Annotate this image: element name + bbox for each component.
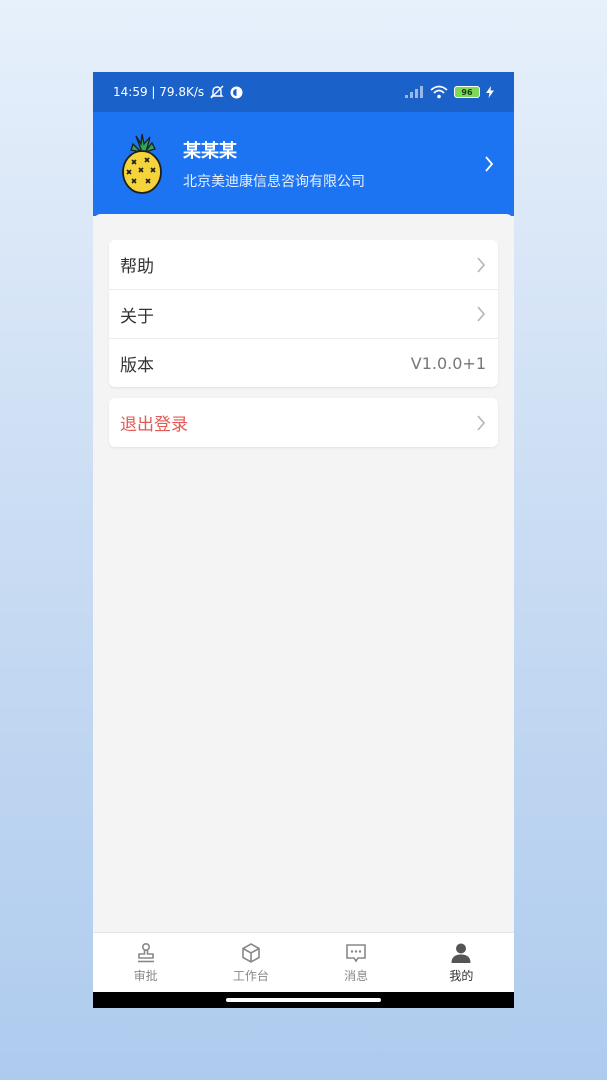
help-row[interactable]: 帮助 [109,240,498,289]
mute-icon [210,85,224,99]
tab-messages-label: 消息 [344,969,369,983]
tab-workbench-label: 工作台 [232,969,269,983]
tab-approval-label: 审批 [133,969,158,983]
battery-icon: 96 [454,86,480,98]
wifi-icon [430,85,448,99]
person-icon [451,943,471,963]
menu-card: 帮助 关于 版本 V1.0.0+1 [109,240,498,387]
profile-header[interactable]: 某某某 北京美迪康信息咨询有限公司 [93,112,514,216]
help-label: 帮助 [120,257,154,277]
settings-content: 帮助 关于 版本 V1.0.0+1 退出登录 [93,214,514,932]
phone-screen: 14:59 | 79.8K/s 96 某某某 北京美迪康信息咨询有限公司 帮助 … [93,72,514,1008]
tab-messages[interactable]: 消息 [304,933,409,992]
stamp-icon [137,942,154,963]
chevron-right-icon [477,256,486,273]
chevron-right-icon [477,306,486,322]
profile-name: 某某某 [183,141,237,162]
version-row: 版本 V1.0.0+1 [109,338,498,387]
status-bar: 14:59 | 79.8K/s 96 [93,72,514,112]
home-indicator[interactable] [226,998,381,1002]
tab-workbench[interactable]: 工作台 [198,933,303,992]
about-label: 关于 [120,306,154,327]
message-icon [346,944,366,963]
profile-company: 北京美迪康信息咨询有限公司 [183,174,365,190]
tab-mine-label: 我的 [449,969,474,983]
chevron-right-icon [485,156,494,172]
logout-card: 退出登录 [109,398,498,447]
logout-row[interactable]: 退出登录 [109,398,498,447]
gesture-bar [93,992,514,1008]
pineapple-avatar [122,134,162,194]
bottom-tab-bar: 审批 工作台 消息 我的 [93,932,514,992]
signal-icon [405,86,423,98]
chevron-right-icon [477,414,486,431]
status-time: 14:59 | 79.8K/s [113,85,205,99]
about-row[interactable]: 关于 [109,289,498,338]
logout-label: 退出登录 [120,415,188,435]
charging-icon [486,86,494,98]
cube-icon [242,943,260,963]
tab-mine[interactable]: 我的 [409,933,514,992]
version-label: 版本 [120,355,154,376]
version-value: V1.0.0+1 [410,353,486,373]
tab-approval[interactable]: 审批 [93,933,198,992]
app-notification-icon [230,86,243,98]
